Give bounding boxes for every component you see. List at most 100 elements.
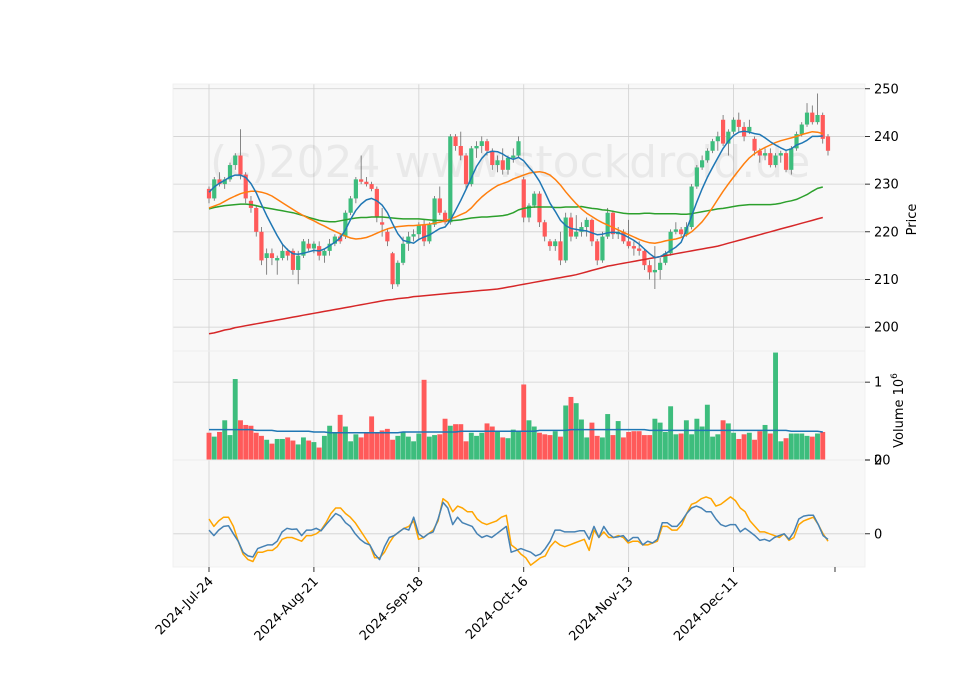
volume-bar-99 <box>725 423 731 460</box>
volume-bar-79 <box>620 437 626 460</box>
candle-13 <box>275 258 280 261</box>
price-tick-label-230: 230 <box>874 178 899 193</box>
candle-17 <box>296 255 301 270</box>
candle-96 <box>710 141 715 151</box>
candle-29 <box>359 179 364 182</box>
volume-bar-17 <box>295 444 301 460</box>
volume-bar-48 <box>458 424 464 460</box>
price-tick-label-200: 200 <box>874 321 899 336</box>
volume-bar-26 <box>342 426 348 460</box>
volume-bar-77 <box>610 435 616 460</box>
volume-bar-43 <box>432 435 438 460</box>
volume-bar-42 <box>426 436 432 460</box>
volume-bar-96 <box>710 436 716 460</box>
candle-117 <box>820 114 825 139</box>
candle-82 <box>637 248 642 251</box>
volume-bar-29 <box>358 437 364 460</box>
volume-bar-113 <box>799 433 805 460</box>
volume-bar-78 <box>615 421 621 460</box>
stock-chart: (c)2024 www.stockdroid.de 200 210 220 230 240… <box>0 0 960 690</box>
volume-bar-81 <box>631 431 637 460</box>
volume-axis-exponent: 6 <box>890 373 900 379</box>
volume-bar-38 <box>405 436 411 460</box>
volume-bar-3 <box>222 420 228 460</box>
volume-bar-64 <box>542 434 548 460</box>
candle-60 <box>521 179 526 218</box>
volume-bar-101 <box>736 438 742 460</box>
volume-bar-4 <box>227 435 233 460</box>
candle-34 <box>385 231 390 242</box>
candle-75 <box>600 236 605 261</box>
volume-bar-105 <box>757 431 763 460</box>
candle-70 <box>574 231 579 237</box>
price-panel-bg <box>173 84 865 351</box>
candle-52 <box>479 141 484 146</box>
volume-bar-16 <box>290 440 296 460</box>
volume-bar-97 <box>715 434 721 460</box>
volume-bar-108 <box>773 352 778 460</box>
volume-bar-83 <box>641 435 647 460</box>
volume-tick-label-1: 1 <box>874 376 882 391</box>
volume-bar-90 <box>678 433 684 460</box>
candle-90 <box>679 229 684 235</box>
volume-bar-92 <box>689 434 695 460</box>
volume-bar-27 <box>348 441 354 460</box>
volume-bar-110 <box>783 438 789 460</box>
volume-bar-25 <box>337 414 343 460</box>
volume-bar-85 <box>652 418 658 460</box>
candle-109 <box>778 153 783 156</box>
candle-93 <box>694 167 699 187</box>
volume-bar-71 <box>578 419 584 460</box>
x-tick-label-4: 2024-Nov-13 <box>566 574 636 644</box>
volume-bar-28 <box>353 434 359 460</box>
candle-111 <box>789 148 794 170</box>
x-tick-label-5: 2024-Dec-11 <box>671 574 741 644</box>
candle-81 <box>631 246 637 249</box>
volume-bar-52 <box>479 432 485 460</box>
candle-62 <box>532 193 537 206</box>
candle-33 <box>380 222 385 225</box>
candle-89 <box>673 229 678 232</box>
candle-74 <box>595 241 600 261</box>
volume-bar-104 <box>752 439 758 460</box>
candle-22 <box>322 250 327 256</box>
volume-bar-94 <box>699 426 705 460</box>
volume-axis-label: Volume 106 <box>890 373 907 448</box>
candle-58 <box>511 155 516 158</box>
candle-107 <box>768 153 773 166</box>
volume-bar-98 <box>720 420 726 460</box>
volume-bar-103 <box>746 432 752 460</box>
candle-30 <box>364 181 369 185</box>
candle-41 <box>421 224 427 242</box>
volume-bar-93 <box>694 418 700 460</box>
candle-106 <box>762 153 768 156</box>
volume-bar-74 <box>594 435 600 460</box>
volume-bar-95 <box>704 404 710 460</box>
candle-35 <box>390 253 395 285</box>
candle-19 <box>306 243 311 249</box>
volume-bar-63 <box>537 432 542 460</box>
volume-bar-2 <box>217 431 222 460</box>
price-tick-label-220: 220 <box>874 225 899 240</box>
volume-bar-67 <box>558 436 563 460</box>
price-tick-label-250: 250 <box>874 82 899 97</box>
volume-bar-21 <box>316 447 322 460</box>
volume-bar-65 <box>547 435 553 460</box>
volume-bar-47 <box>453 424 459 460</box>
candle-94 <box>700 160 705 168</box>
candle-5 <box>233 155 238 166</box>
candle-66 <box>553 241 558 247</box>
volume-bar-36 <box>395 435 401 460</box>
volume-bar-51 <box>474 435 479 460</box>
volume-bar-12 <box>269 443 275 460</box>
volume-bar-40 <box>416 433 422 460</box>
volume-bar-37 <box>400 431 406 460</box>
x-tick-label-0: 2024-Jul-24 <box>153 574 217 638</box>
oscillator-tick-label-0: 0 <box>874 527 882 542</box>
volume-bar-8 <box>248 425 254 460</box>
volume-bar-35 <box>390 439 396 460</box>
volume-bar-61 <box>526 420 532 460</box>
candle-101 <box>736 119 741 127</box>
volume-bar-53 <box>484 423 490 460</box>
candle-10 <box>259 231 264 261</box>
